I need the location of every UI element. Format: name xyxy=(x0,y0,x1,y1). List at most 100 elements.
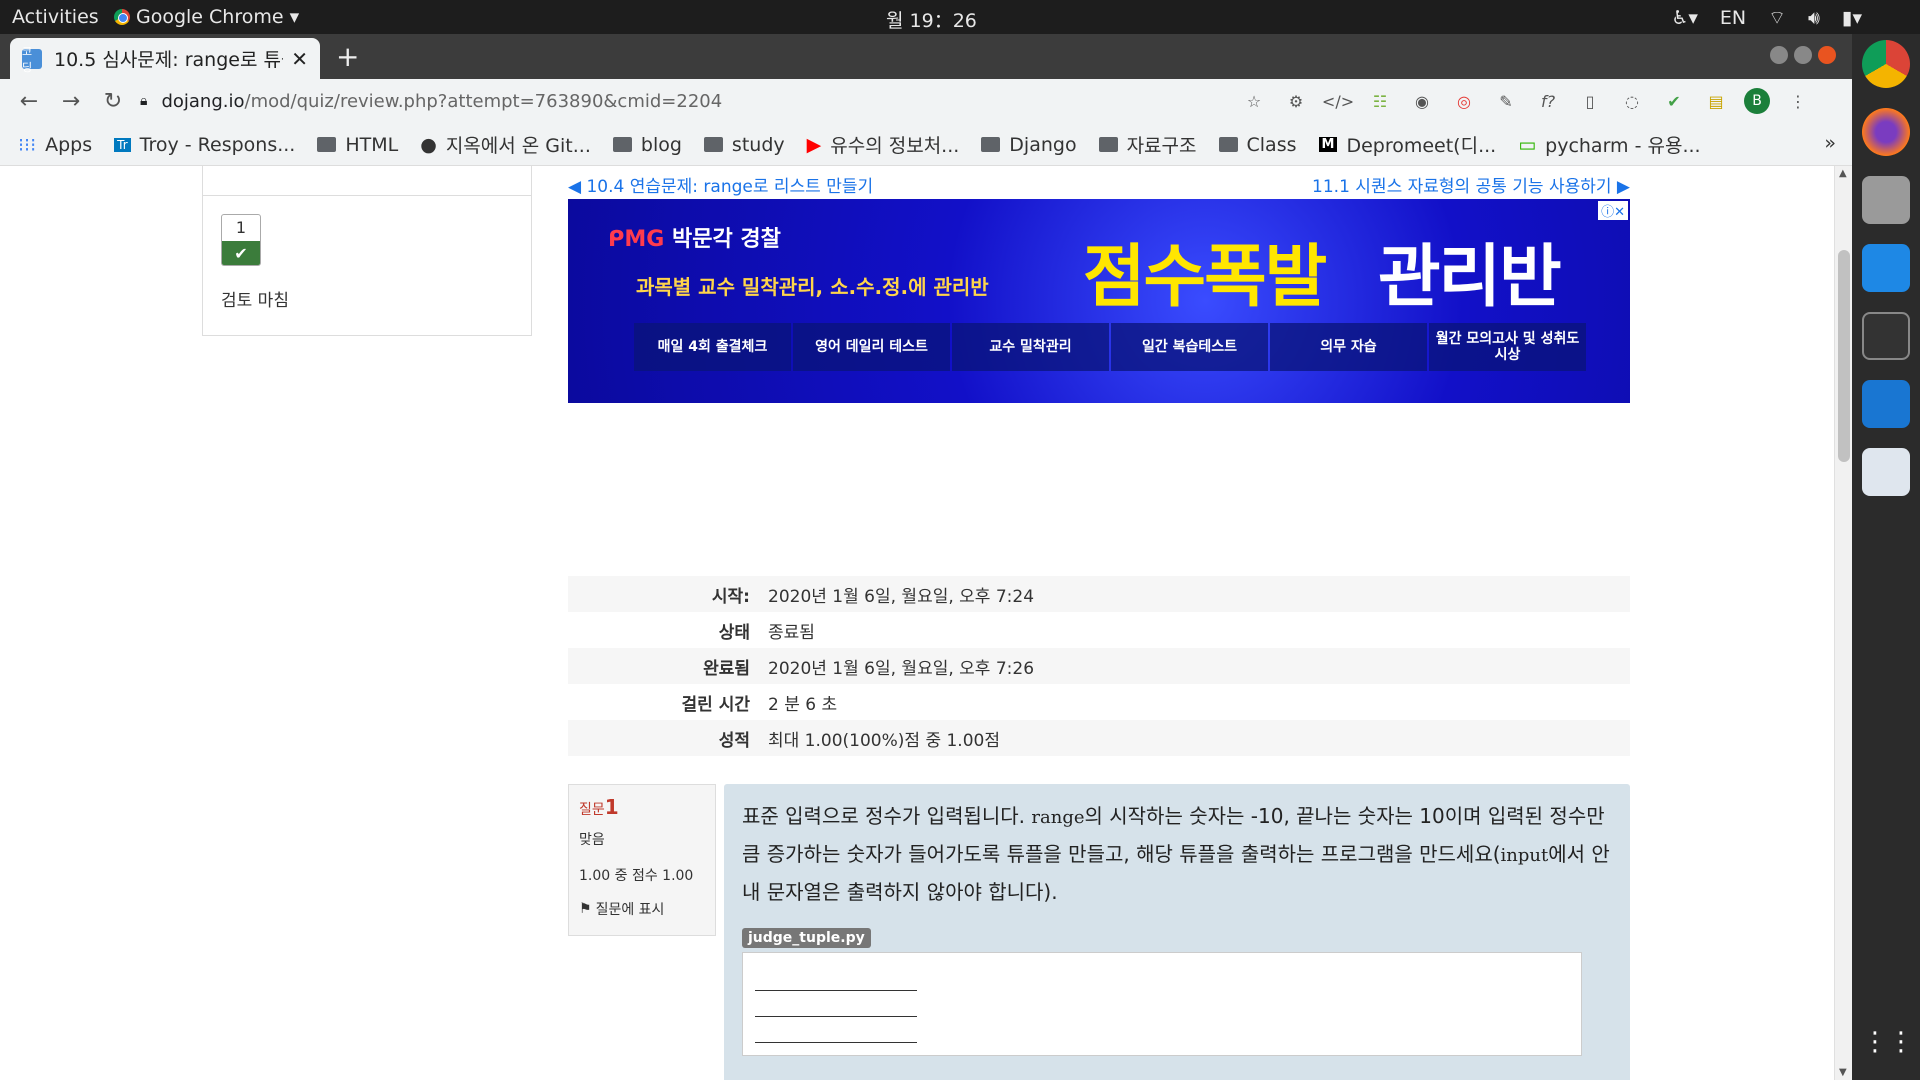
bookmark-depromeet[interactable]: M Depromeet(디... xyxy=(1318,131,1496,158)
bookmark-git[interactable]: ● 지옥에서 온 Git... xyxy=(420,131,591,158)
scroll-down-icon[interactable]: ▼ xyxy=(1839,1067,1847,1078)
clock[interactable]: 월 19：26 xyxy=(886,6,977,33)
answer-line xyxy=(755,991,917,1017)
attempt-summary-table: 시작: 2020년 1월 6일, 월요일, 오후 7:24 상태 종료됨 완료됨 20… xyxy=(568,576,1630,756)
firefox-dock-icon[interactable] xyxy=(1862,108,1910,156)
chevron-down-icon: ▾ xyxy=(289,6,300,28)
lock-icon[interactable]: 🔒︎ xyxy=(140,93,147,109)
extension-function-icon[interactable]: f? xyxy=(1534,87,1562,115)
scrollbar-thumb[interactable] xyxy=(1838,250,1850,462)
bookmark-youtube[interactable]: ▶ 유수의 정보처... xyxy=(807,131,960,158)
question-label: 질문 xyxy=(579,802,605,818)
folder-icon xyxy=(1218,137,1238,152)
extension-card-icon[interactable]: ▤ xyxy=(1702,87,1730,115)
accessibility-icon[interactable]: ♿▾ xyxy=(1671,7,1698,29)
apps-grid-icon: ⁝⁝⁝ xyxy=(18,133,37,156)
show-apps-icon[interactable]: ⋮⋮ xyxy=(1862,1018,1914,1066)
profile-avatar[interactable]: B xyxy=(1744,88,1770,114)
maximize-button[interactable] xyxy=(1794,46,1812,64)
prev-chapter-link[interactable]: ◀ 10.4 연습문제: range로 리스트 만들기 xyxy=(568,172,873,197)
extension-color-icon[interactable]: ✔ xyxy=(1660,87,1688,115)
extension-gear-icon[interactable]: ⚙ xyxy=(1282,87,1310,115)
summary-value: 2 분 6 초 xyxy=(768,694,838,715)
forward-button[interactable]: → xyxy=(50,89,92,114)
app-menu[interactable]: Google Chrome ▾ xyxy=(114,6,299,28)
ad-feature-list: 매일 4회 출결체크 영어 데일리 테스트 교수 밀착관리 일간 복습테스트 의… xyxy=(634,323,1586,371)
extension-android-icon[interactable]: ☷ xyxy=(1366,87,1394,115)
quiz-navigation-panel: 1 ✔ 검토 마침 xyxy=(202,166,532,336)
back-button[interactable]: ← xyxy=(8,89,50,114)
scroll-up-icon[interactable]: ▲ xyxy=(1839,168,1847,179)
bookmark-datastructure[interactable]: 자료구조 xyxy=(1098,131,1197,158)
bookmark-label: Troy - Respons... xyxy=(139,133,296,156)
bookmark-django[interactable]: Django xyxy=(981,133,1077,156)
bookmark-label: Apps xyxy=(45,133,93,156)
bookmark-label: Django xyxy=(1009,133,1077,156)
ad-feature: 일간 복습테스트 xyxy=(1111,323,1268,371)
wifi-icon[interactable]: ⌔ xyxy=(1768,6,1786,30)
folder-icon xyxy=(981,137,1001,152)
bookmark-pycharm[interactable]: ▭ pycharm - 유용... xyxy=(1518,131,1700,158)
bookmark-blog[interactable]: blog xyxy=(612,134,682,156)
flag-question-button[interactable]: ⚑ 질문에 표시 xyxy=(579,899,705,919)
extension-picker-icon[interactable]: ✎ xyxy=(1492,87,1520,115)
menu-kebab-icon[interactable]: ⋮ xyxy=(1784,87,1812,115)
tasks-dock-icon[interactable] xyxy=(1862,244,1910,292)
language-indicator[interactable]: EN xyxy=(1720,7,1746,29)
volume-icon[interactable]: 🔊︎ xyxy=(1808,7,1820,29)
browser-tab[interactable]: 코딩 10.5 심사문제: range로 튜플 ✕ xyxy=(10,38,320,79)
extension-swirl-icon[interactable]: ◎ xyxy=(1450,87,1478,115)
folder-icon xyxy=(317,137,337,152)
terminal-dock-icon[interactable] xyxy=(1862,312,1910,360)
ad-subtitle: 과목별 교수 밀착관리, 소.수.정.에 관리반 xyxy=(636,275,989,299)
reload-button[interactable]: ↻ xyxy=(92,89,134,114)
extensions-area: ☆ ⚙ </> ☷ ◉ ◎ ✎ f? ▯ ◌ ✔ ▤ B ⋮ xyxy=(1240,87,1812,115)
question-content: 표준 입력으로 정수가 입력됩니다. range의 시작하는 숫자는 -10, … xyxy=(724,784,1630,1080)
bookmark-study[interactable]: study xyxy=(703,134,785,156)
answer-line xyxy=(755,965,917,991)
bookmark-label: 지옥에서 온 Git... xyxy=(445,135,591,157)
extension-phone-icon[interactable]: ▯ xyxy=(1576,87,1604,115)
summary-label: 성적 xyxy=(718,730,750,751)
ad-feature: 매일 4회 출결체크 xyxy=(634,323,791,371)
bookmark-star-icon[interactable]: ☆ xyxy=(1240,87,1268,115)
system-tray[interactable]: ♿▾ EN ⌔ 🔊︎ ▮▾ xyxy=(1671,6,1862,30)
summary-label: 시작: xyxy=(711,586,750,607)
close-window-button[interactable] xyxy=(1818,46,1836,64)
bookmark-class[interactable]: Class xyxy=(1218,133,1297,156)
question-nav-button[interactable]: 1 ✔ xyxy=(221,214,261,266)
ad-brand-logo: ᑭMG xyxy=(608,227,665,252)
ad-banner[interactable]: ᑭMG 박문각 경찰 과목별 교수 밀착관리, 소.수.정.에 관리반 점수폭발… xyxy=(568,199,1630,403)
favicon-icon: 코딩 xyxy=(22,45,42,74)
address-bar[interactable]: 🔒︎ dojang.io/mod/quiz/review.php?attempt… xyxy=(140,83,1240,119)
summary-value: 2020년 1월 6일, 월요일, 오후 7:24 xyxy=(768,586,1035,607)
activities-button[interactable]: Activities xyxy=(12,6,99,28)
next-chapter-link[interactable]: 11.1 시퀀스 자료형의 공통 기능 사용하기 ▶ xyxy=(1312,172,1630,197)
battery-icon[interactable]: ▮▾ xyxy=(1842,7,1862,29)
ad-choices-icon[interactable]: ⓘ✕ xyxy=(1598,201,1628,220)
extension-circle-icon[interactable]: ◌ xyxy=(1618,87,1646,115)
bookmark-apps[interactable]: ⁝⁝⁝ Apps xyxy=(18,134,92,156)
extension-code-icon[interactable]: </> xyxy=(1322,87,1354,115)
bookmark-troy[interactable]: Tr Troy - Respons... xyxy=(114,134,295,156)
bookmarks-overflow-icon[interactable]: » xyxy=(1824,132,1836,154)
window-controls xyxy=(1770,46,1836,64)
chrome-dock-icon[interactable] xyxy=(1862,40,1910,88)
page-scrollbar[interactable]: ▲ ▼ xyxy=(1834,166,1852,1080)
inline-code: input xyxy=(1500,845,1549,866)
ad-headline-2: 관리반 xyxy=(1378,238,1562,317)
finish-review-link[interactable]: 검토 마침 xyxy=(221,286,289,311)
vscode-dock-icon[interactable] xyxy=(1862,380,1910,428)
minimize-button[interactable] xyxy=(1770,46,1788,64)
bookmark-label: Class xyxy=(1246,133,1297,156)
image-viewer-dock-icon[interactable] xyxy=(1862,448,1910,496)
bookmark-html[interactable]: HTML xyxy=(317,134,398,156)
files-dock-icon[interactable] xyxy=(1862,176,1910,224)
question-title: 질문1 xyxy=(579,795,705,819)
close-tab-icon[interactable]: ✕ xyxy=(291,47,308,71)
answer-code-box[interactable] xyxy=(742,952,1582,1056)
summary-label: 걸린 시간 xyxy=(681,694,750,715)
summary-value: 최대 1.00(100%)점 중 1.00점 xyxy=(768,730,1000,751)
new-tab-button[interactable]: + xyxy=(336,40,359,73)
extension-owl-icon[interactable]: ◉ xyxy=(1408,87,1436,115)
